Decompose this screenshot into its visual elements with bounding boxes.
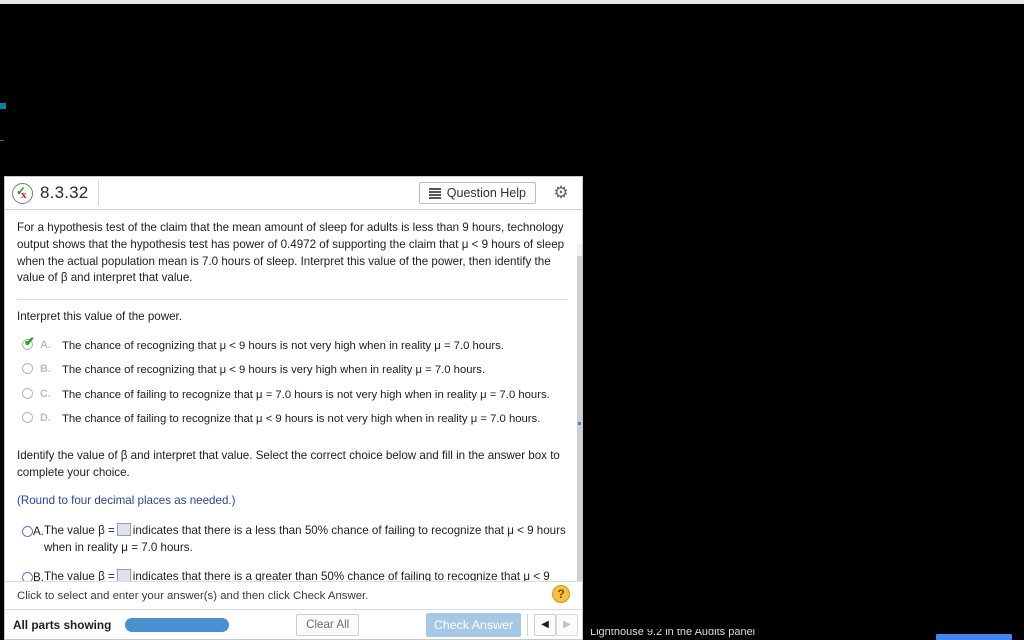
part1-option-c[interactable]: C. The chance of failing to recognize th…	[17, 387, 568, 403]
part1-prompt: Interpret this value of the power.	[17, 310, 182, 324]
option-text: The value β = indicates that there is a g…	[44, 569, 568, 581]
nav-separator	[527, 613, 529, 636]
background-remnant-text: Lighthouse 9.2 in the Audits panel	[590, 629, 890, 640]
part2-option-a[interactable]: A. The value β = indicates that there is …	[17, 522, 568, 557]
left-edge-marker	[0, 103, 6, 109]
question-number: 8.3.32	[40, 183, 89, 202]
scrollbar-thumb[interactable]	[577, 256, 582, 581]
part1-option-a[interactable]: A. The chance of recognizing that μ < 9 …	[17, 335, 568, 354]
answer-input-a[interactable]	[116, 522, 131, 536]
problem-stem: For a hypothesis test of the claim that …	[17, 221, 565, 285]
option-text-before: The value β =	[43, 570, 115, 581]
part1-option-b[interactable]: B. The chance of recognizing that μ < 9 …	[17, 362, 568, 378]
footer-hint-bar: Click to select and enter your answer(s)…	[5, 581, 582, 609]
option-text-before: The value β =	[43, 523, 115, 537]
exercise-panel: ✓ x 8.3.32 Question Help ⚙ For a hypothe…	[4, 176, 583, 640]
section-divider-1	[17, 299, 568, 301]
option-text: The chance of failing to recognize that …	[62, 413, 541, 426]
option-letter: C.	[40, 387, 51, 400]
radio-part1-a[interactable]	[22, 335, 35, 350]
radio-part2-b[interactable]	[22, 572, 33, 581]
top-edge-strip	[0, 0, 1024, 4]
option-text: The chance of recognizing that μ < 9 hou…	[62, 339, 504, 352]
question-mark-circle-icon[interactable]: ?	[552, 585, 570, 603]
panel-header: ✓ x 8.3.32 Question Help ⚙	[5, 177, 582, 210]
option-letter: B.	[40, 363, 51, 376]
option-text: The chance of failing to recognize that …	[62, 388, 550, 401]
check-answer-button[interactable]: Check Answer	[426, 612, 522, 637]
question-help-button[interactable]: Question Help	[418, 182, 536, 204]
check-x-circle-icon: ✓ x	[12, 182, 33, 204]
part2-option-b[interactable]: B. The value β = indicates that there is …	[17, 569, 568, 581]
footer-hint-text: Click to select and enter your answer(s)…	[17, 589, 369, 602]
remnant-text: Lighthouse 9.2 in the Audits panel	[590, 629, 756, 638]
clear-all-button[interactable]: Clear All	[296, 613, 360, 636]
option-letter: A.	[40, 338, 51, 351]
footer-toolbar: All parts showing Clear All Check Answer…	[5, 609, 582, 639]
part2-prompt: Identify the value of β and interpret th…	[17, 449, 560, 480]
question-help-label: Question Help	[446, 186, 526, 200]
option-letter: D.	[40, 412, 51, 425]
triangle-left-icon[interactable]: ◀	[534, 613, 557, 636]
option-letter: A.	[33, 524, 44, 538]
radio-part1-c[interactable]	[22, 387, 33, 399]
vertical-scrollbar[interactable]	[577, 244, 582, 581]
radio-part2-a[interactable]	[22, 525, 33, 537]
gear-icon[interactable]: ⚙	[546, 180, 576, 206]
screen-root: ✓ x 8.3.32 Question Help ⚙ For a hypothe…	[0, 0, 1024, 640]
list-bars-icon	[428, 187, 441, 199]
all-parts-label: All parts showing	[13, 617, 112, 632]
progress-bar	[125, 617, 230, 632]
red-x-glyph: x	[21, 188, 27, 201]
panel-body: For a hypothesis test of the claim that …	[5, 210, 582, 581]
scroll-position-marker	[578, 422, 581, 425]
option-text: The chance of recognizing that μ < 9 hou…	[62, 364, 486, 377]
background-remnant-chip	[936, 634, 1012, 640]
left-edge-divider	[0, 140, 4, 141]
triangle-right-icon[interactable]: ▶	[556, 613, 579, 636]
option-text: The value β = indicates that there is a l…	[43, 522, 568, 557]
part1-option-d[interactable]: D. The chance of failing to recognize th…	[17, 411, 568, 427]
option-letter: B.	[33, 571, 44, 581]
radio-part1-d[interactable]	[22, 412, 33, 424]
radio-part1-b[interactable]	[22, 363, 33, 375]
header-divider	[98, 180, 100, 206]
answer-input-b[interactable]	[116, 569, 131, 581]
rounding-note: (Round to four decimal places as needed.…	[17, 494, 236, 508]
